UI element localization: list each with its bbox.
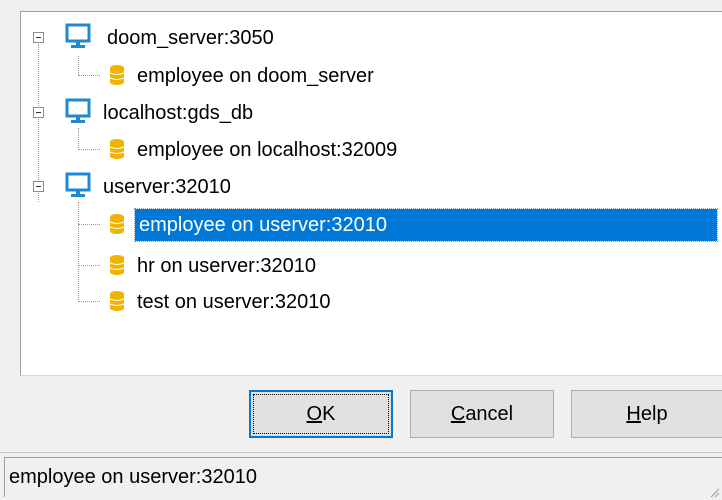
tree-node-label: userver:32010 — [103, 176, 231, 198]
collapse-toggle[interactable] — [33, 107, 44, 118]
tree-node-database[interactable]: employee on doom_server — [133, 58, 378, 94]
tree-connector-line — [78, 202, 80, 302]
tree-node-label: hr on userver:32010 — [137, 255, 317, 277]
server-monitor-icon — [65, 23, 91, 48]
tree-connector-line — [78, 301, 100, 303]
collapse-toggle[interactable] — [33, 32, 44, 43]
cancel-label: ancel — [465, 402, 514, 425]
database-icon — [109, 139, 125, 159]
tree-connector-line — [78, 128, 80, 148]
status-bar: employee on userver:32010 — [0, 452, 722, 500]
tree-node-label: test on userver:32010 — [137, 291, 331, 313]
database-icon — [109, 255, 125, 275]
tree-connector-line — [78, 265, 100, 267]
tree-node-database-selected[interactable]: employee on userver:32010 — [134, 207, 718, 243]
cancel-button[interactable]: Cancel — [410, 390, 554, 438]
database-icon — [109, 214, 125, 234]
cancel-accelerator: C — [450, 402, 466, 425]
database-icon — [109, 291, 125, 311]
database-icon — [109, 65, 125, 85]
tree-node-database[interactable]: employee on localhost:32009 — [133, 132, 401, 168]
tree-connector-line — [78, 56, 80, 75]
tree-connector-line — [78, 149, 100, 151]
tree-node-label: doom_server:3050 — [107, 27, 274, 49]
tree-connector-line — [38, 44, 40, 202]
select-database-dialog: doom_server:3050 employee on doom_server… — [0, 0, 722, 500]
tree-node-server[interactable]: userver:32010 — [99, 169, 235, 205]
tree-connector-line — [78, 75, 100, 77]
tree-node-label: employee on doom_server — [137, 65, 374, 87]
tree-connector-line — [78, 224, 100, 226]
database-tree[interactable]: doom_server:3050 employee on doom_server… — [20, 11, 722, 376]
status-text: employee on userver:32010 — [4, 457, 722, 497]
ok-button[interactable]: OK — [249, 390, 393, 438]
tree-node-label: localhost:gds_db — [103, 102, 254, 124]
tree-node-server[interactable]: doom_server:3050 — [103, 20, 278, 56]
tree-node-label: employee on userver:32010 — [134, 208, 718, 242]
collapse-toggle[interactable] — [33, 181, 44, 192]
tree-node-server[interactable]: localhost:gds_db — [99, 95, 257, 131]
help-label: elp — [640, 402, 668, 425]
focus-ring — [253, 394, 389, 434]
tree-node-database[interactable]: test on userver:32010 — [133, 284, 334, 320]
tree-node-database[interactable]: hr on userver:32010 — [133, 248, 320, 284]
help-button[interactable]: Help — [571, 390, 722, 438]
server-monitor-icon — [65, 98, 91, 123]
resize-grip-icon[interactable] — [708, 486, 720, 498]
help-accelerator: H — [626, 402, 641, 425]
server-monitor-icon — [65, 172, 91, 197]
tree-node-label: employee on localhost:32009 — [137, 139, 398, 161]
